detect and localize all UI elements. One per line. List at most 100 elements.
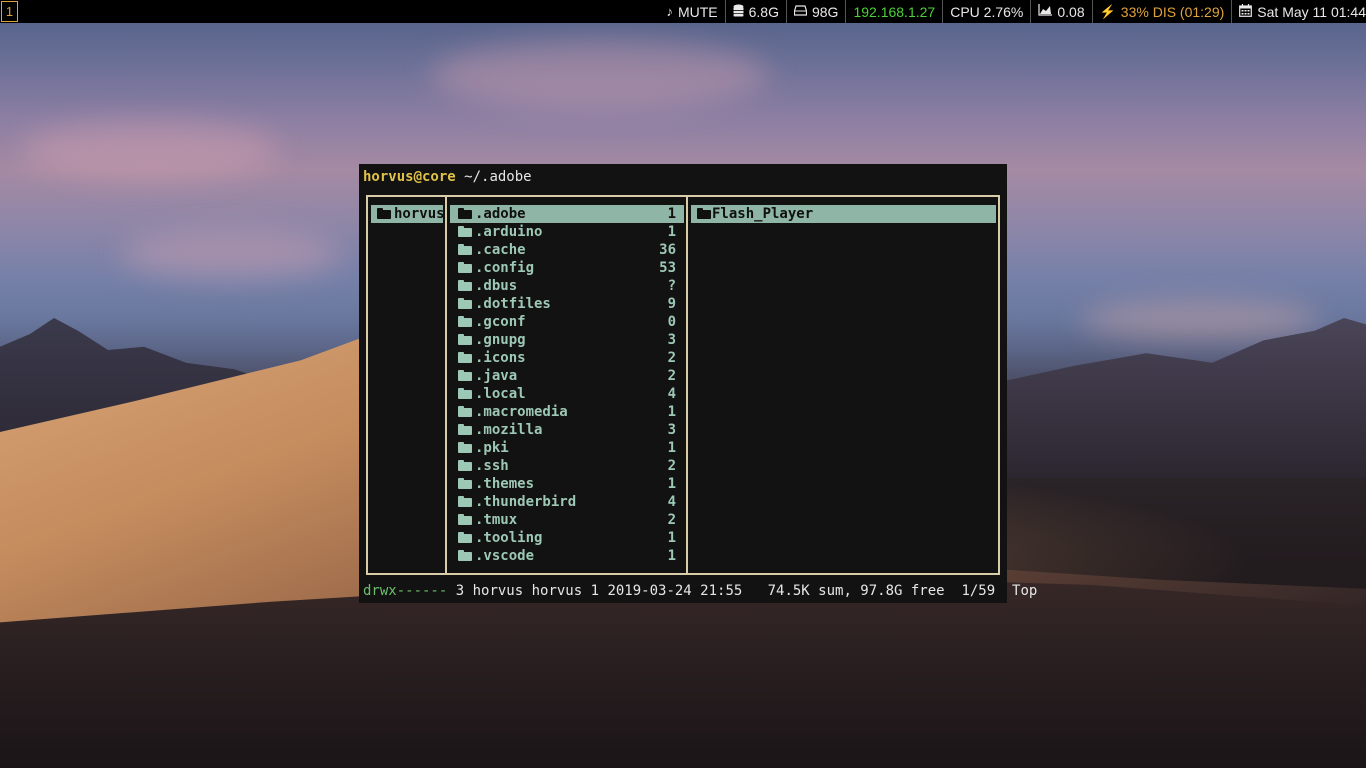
- item-count: 1: [667, 476, 676, 492]
- volume-indicator[interactable]: ♪ MUTE: [659, 0, 724, 23]
- network-indicator: 192.168.1.27: [845, 0, 942, 23]
- file-info-text: 3 horvus horvus 1 2019-03-24 21:55 74.5K…: [447, 583, 1038, 599]
- hard-drive-icon: [793, 4, 808, 19]
- load-indicator: 0.08: [1030, 0, 1091, 23]
- directory-row[interactable]: .mozilla 3: [450, 421, 684, 439]
- prompt-path: ~/.adobe: [464, 169, 532, 185]
- clock-indicator[interactable]: Sat May 11 01:44: [1231, 0, 1366, 23]
- memory-indicator: 6.8G: [724, 0, 786, 23]
- directory-row[interactable]: .thunderbird 4: [450, 493, 684, 511]
- directory-name: .tooling: [475, 530, 543, 546]
- database-icon: [733, 4, 744, 20]
- network-ip: 192.168.1.27: [853, 3, 936, 20]
- directory-name: .icons: [475, 350, 526, 366]
- item-count: 3: [667, 332, 676, 348]
- directory-row[interactable]: .arduino 1: [450, 223, 684, 241]
- directory-row[interactable]: .adobe 1: [450, 205, 684, 223]
- folder-icon: [458, 514, 472, 525]
- disk-text: 98G: [811, 3, 839, 20]
- wallpaper-mountain-right: [1000, 318, 1366, 478]
- area-chart-icon: [1038, 4, 1053, 19]
- permissions-text: drwx------: [363, 583, 448, 599]
- folder-icon: [458, 334, 472, 345]
- calendar-icon: [1239, 3, 1253, 20]
- folder-icon: [458, 316, 472, 327]
- status-bar-right: ♪ MUTE 6.8G 98G 192.168.1.27 CPU 2.76% 0…: [659, 0, 1366, 23]
- folder-icon: [458, 478, 472, 489]
- directory-name: .gnupg: [475, 332, 526, 348]
- directory-name: .cache: [475, 242, 526, 258]
- disk-indicator: 98G: [785, 0, 845, 23]
- preview-pane: Flash_Player: [691, 205, 996, 223]
- directory-name: .adobe: [475, 206, 526, 222]
- directory-name: .dbus: [475, 278, 518, 294]
- prompt-user: horvus@core: [363, 169, 456, 185]
- directory-row[interactable]: Flash_Player: [691, 205, 996, 223]
- cpu-text: CPU 2.76%: [950, 3, 1024, 20]
- directory-name: .thunderbird: [475, 494, 577, 510]
- terminal-window[interactable]: horvus@core ~/.adobe horvus .adobe 1 .ardu…: [359, 164, 1037, 603]
- folder-icon: [458, 496, 472, 507]
- folder-icon: [458, 460, 472, 471]
- status-bar: 1 ♪ MUTE 6.8G 98G 192.168.1.27 CPU 2.76%: [0, 0, 1366, 23]
- directory-name: .themes: [475, 476, 535, 492]
- memory-text: 6.8G: [748, 3, 779, 20]
- pane-divider: [686, 197, 688, 573]
- music-note-icon: ♪: [666, 4, 673, 19]
- folder-icon: [458, 352, 472, 363]
- directory-row[interactable]: .gconf 0: [450, 313, 684, 331]
- folder-icon: [377, 208, 391, 219]
- directory-name: .pki: [475, 440, 509, 456]
- directory-row[interactable]: .dbus?: [450, 277, 684, 295]
- directory-row[interactable]: horvus: [371, 205, 443, 223]
- directory-row[interactable]: .macromedia 1: [450, 403, 684, 421]
- clock-text: Sat May 11 01:44: [1257, 3, 1366, 20]
- directory-row[interactable]: .gnupg 3: [450, 331, 684, 349]
- directory-row[interactable]: .config 53: [450, 259, 684, 277]
- folder-icon: [458, 226, 472, 237]
- directory-row[interactable]: .vscode 1: [450, 547, 684, 565]
- bolt-icon: ⚡: [1099, 3, 1116, 19]
- directory-name: .gconf: [475, 314, 526, 330]
- folder-icon: [458, 244, 472, 255]
- directory-row[interactable]: .ssh 2: [450, 457, 684, 475]
- folder-icon: [458, 370, 472, 381]
- folder-icon: [697, 208, 711, 219]
- folder-icon: [458, 532, 472, 543]
- directory-row[interactable]: .java 2: [450, 367, 684, 385]
- folder-icon: [458, 280, 472, 291]
- directory-name: .macromedia: [475, 404, 568, 420]
- directory-row[interactable]: .icons 2: [450, 349, 684, 367]
- directory-name: .vscode: [475, 548, 535, 564]
- directory-row[interactable]: .pki 1: [450, 439, 684, 457]
- item-count: 4: [667, 386, 676, 402]
- directory-row[interactable]: .themes 1: [450, 475, 684, 493]
- item-count: 2: [667, 458, 676, 474]
- item-count: 4: [667, 494, 676, 510]
- item-count: 1: [667, 224, 676, 240]
- directory-name: .tmux: [475, 512, 518, 528]
- directory-row[interactable]: .cache 36: [450, 241, 684, 259]
- directory-row[interactable]: .local 4: [450, 385, 684, 403]
- item-count: 3: [667, 422, 676, 438]
- file-manager-panes: horvus .adobe 1 .arduino 1 .cache 36 .config 53…: [366, 195, 1000, 575]
- directory-row[interactable]: .tooling 1: [450, 529, 684, 547]
- folder-icon: [458, 442, 472, 453]
- item-count: 9: [667, 296, 676, 312]
- status-line: drwx------ 3 horvus horvus 1 2019-03-24 …: [363, 582, 1037, 600]
- parent-directory-pane: horvus: [371, 205, 443, 223]
- item-count: 2: [667, 512, 676, 528]
- workspace-button[interactable]: 1: [1, 1, 18, 22]
- item-count: 2: [667, 350, 676, 366]
- directory-row[interactable]: .dotfiles 9: [450, 295, 684, 313]
- item-count: 1: [667, 440, 676, 456]
- terminal-title: horvus@core ~/.adobe: [363, 168, 532, 186]
- item-count: 1: [667, 548, 676, 564]
- directory-row[interactable]: .tmux 2: [450, 511, 684, 529]
- directory-name: .arduino: [475, 224, 543, 240]
- folder-icon: [458, 424, 472, 435]
- directory-name: horvus: [394, 206, 443, 222]
- folder-icon: [458, 262, 472, 273]
- directory-name: .dotfiles: [475, 296, 551, 312]
- item-count: 53: [659, 260, 676, 276]
